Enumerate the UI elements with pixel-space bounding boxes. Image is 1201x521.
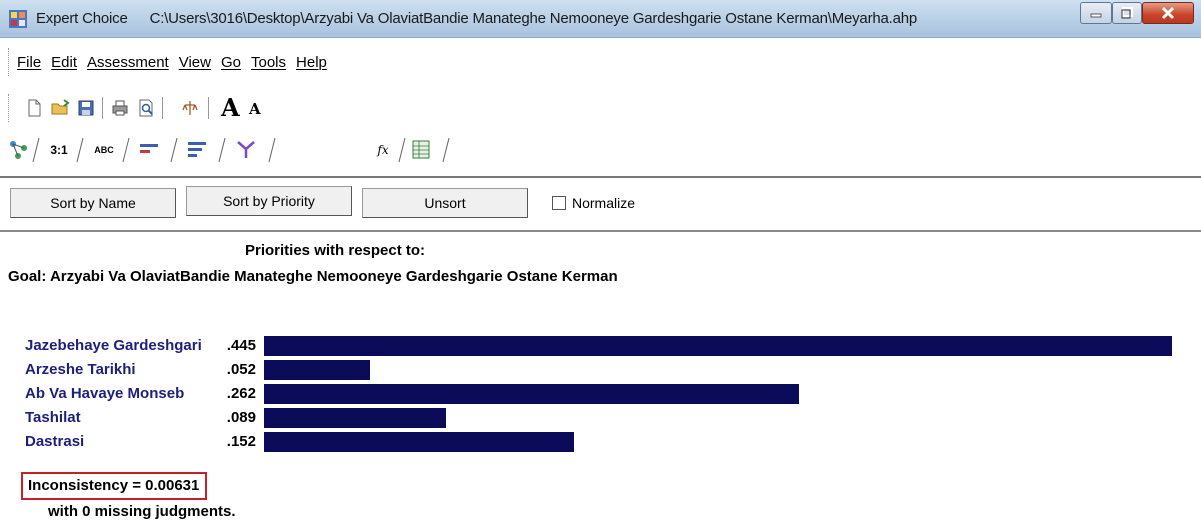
menu-go[interactable]: Go	[221, 54, 241, 71]
menu-assessment[interactable]: Assessment	[87, 54, 169, 71]
criterion-label[interactable]: Arzeshe Tarikhi	[25, 361, 136, 378]
print-icon[interactable]	[110, 98, 130, 118]
tab-divider	[32, 137, 40, 163]
priority-value: .445	[226, 337, 256, 354]
tab-strip-divider	[0, 176, 1201, 178]
font-larger-button[interactable]: A	[221, 93, 240, 122]
priority-bar	[264, 432, 574, 452]
formula-tab[interactable]: fx	[372, 139, 394, 161]
priority-bar	[264, 360, 370, 380]
file-path: C:\Users\3016\Desktop\Arzyabi Va Olaviat…	[149, 10, 918, 27]
new-file-icon[interactable]	[24, 98, 44, 118]
sort-by-priority-button[interactable]: Sort by Priority	[186, 186, 352, 216]
synthesis-tab-icon[interactable]	[234, 139, 258, 161]
goal-heading: Goal: Arzyabi Va OlaviatBandie Manateghe…	[8, 268, 618, 285]
view-tab-strip: 3:1 ABC fx	[0, 136, 1201, 166]
standard-toolbar: A A	[0, 92, 320, 124]
sort-by-name-button[interactable]: Sort by Name	[10, 188, 176, 218]
menu-help[interactable]: Help	[296, 54, 327, 71]
minimize-icon	[1090, 13, 1102, 18]
toolbar-separator	[208, 97, 209, 119]
model-icon[interactable]	[180, 98, 200, 118]
normalize-checkbox[interactable]	[552, 196, 566, 210]
window-title: Expert Choice C:\Users\3016\Desktop\Arzy…	[36, 10, 917, 27]
priority-bar	[264, 408, 446, 428]
priority-bar	[264, 336, 1172, 356]
verbal-tab[interactable]: ABC	[90, 139, 118, 161]
menu-bar: File Edit Assessment View Go Tools Help	[0, 44, 1201, 80]
priority-value: .152	[226, 433, 256, 450]
title-bar: Expert Choice C:\Users\3016\Desktop\Arzy…	[0, 0, 1201, 38]
criterion-label[interactable]: Tashilat	[25, 409, 81, 426]
toolbar-grip[interactable]	[8, 94, 11, 122]
expert-choice-app-icon[interactable]	[8, 9, 28, 29]
print-preview-icon[interactable]	[136, 98, 156, 118]
graphical-tab-icon[interactable]	[138, 139, 162, 161]
app-name: Expert Choice	[36, 10, 128, 27]
tab-divider	[268, 137, 276, 163]
priority-value: .089	[226, 409, 256, 426]
close-button[interactable]	[1142, 2, 1194, 24]
controls-divider	[0, 230, 1201, 232]
toolbar-separator	[162, 97, 163, 119]
priorities-tab-icon[interactable]	[186, 139, 210, 161]
maximize-icon	[1121, 7, 1133, 19]
hierarchy-tab-icon[interactable]	[8, 139, 30, 161]
font-smaller-button[interactable]: A	[249, 100, 261, 118]
unsort-button[interactable]: Unsort	[362, 188, 528, 218]
toolbar-separator	[102, 97, 103, 119]
maximize-button[interactable]	[1112, 2, 1142, 24]
save-icon[interactable]	[76, 98, 96, 118]
numerical-tab[interactable]: 3:1	[46, 139, 72, 161]
data-grid-tab-icon[interactable]	[410, 139, 434, 161]
menu-items: File Edit Assessment View Go Tools Help	[17, 54, 327, 71]
tab-divider	[218, 137, 226, 163]
missing-judgments-note: with 0 missing judgments.	[48, 503, 236, 520]
menu-grip[interactable]	[8, 48, 11, 76]
tab-divider	[170, 137, 178, 163]
normalize-label: Normalize	[572, 195, 636, 211]
open-folder-icon[interactable]	[50, 98, 70, 118]
criterion-label[interactable]: Dastrasi	[25, 433, 84, 450]
priorities-heading: Priorities with respect to:	[245, 242, 426, 259]
minimize-button[interactable]	[1080, 2, 1112, 24]
tab-divider	[122, 137, 130, 163]
tab-divider	[398, 137, 406, 163]
tab-divider	[442, 137, 450, 163]
criterion-label[interactable]: Ab Va Havaye Monseb	[25, 385, 184, 402]
menu-tools[interactable]: Tools	[251, 54, 286, 71]
inconsistency-ratio: Inconsistency = 0.00631	[21, 472, 208, 500]
close-icon	[1161, 6, 1175, 20]
menu-edit[interactable]: Edit	[51, 54, 77, 71]
criterion-label[interactable]: Jazebehaye Gardeshgari	[25, 337, 202, 354]
priority-value: .052	[226, 361, 256, 378]
tab-divider	[76, 137, 84, 163]
normalize-option[interactable]: Normalize	[552, 195, 635, 211]
priority-value: .262	[226, 385, 256, 402]
menu-view[interactable]: View	[179, 54, 211, 71]
priority-bar	[264, 384, 799, 404]
menu-file[interactable]: File	[17, 54, 41, 71]
